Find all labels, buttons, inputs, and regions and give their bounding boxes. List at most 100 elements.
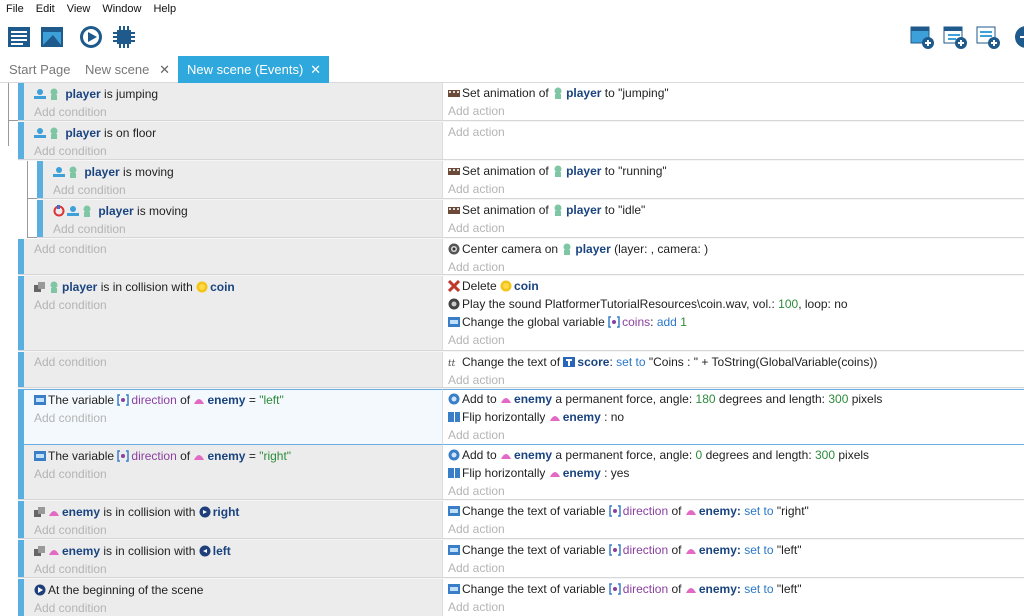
event-row[interactable]: enemy is in collision with right Add con… xyxy=(0,501,1024,540)
sub-event-row[interactable]: player is moving Add condition Set anima… xyxy=(0,200,1024,239)
action[interactable]: Change the text of variable direction of… xyxy=(448,502,809,520)
action[interactable]: Set animation of player to "jumping" xyxy=(448,84,669,102)
condition[interactable]: The variable direction of enemy = "left" xyxy=(34,391,284,409)
volume-value: 100 xyxy=(778,297,799,311)
action[interactable]: Center camera on player (layer: , camera… xyxy=(448,240,708,258)
add-event-icon[interactable] xyxy=(909,24,935,50)
add-action-link[interactable]: Add action xyxy=(448,426,505,444)
animation-icon xyxy=(448,168,460,175)
condition[interactable]: The variable direction of enemy = "right… xyxy=(34,447,291,465)
action[interactable]: tt Change the text of score: set to "Coin… xyxy=(448,353,877,371)
add-condition-link[interactable]: Add condition xyxy=(34,521,107,539)
condition[interactable]: enemy is in collision with left xyxy=(34,542,231,560)
add-condition-link[interactable]: Add condition xyxy=(34,296,107,314)
add-condition-link[interactable]: Add condition xyxy=(34,142,107,160)
event-row[interactable]: player is jumping Add condition Set anim… xyxy=(0,83,1024,122)
event-row[interactable]: At the beginning of the scene Add condit… xyxy=(0,579,1024,616)
platformer-icon xyxy=(34,128,46,138)
action-text: Center camera on xyxy=(462,242,559,256)
event-row[interactable]: The variable direction of enemy = "right… xyxy=(0,445,1024,501)
condition[interactable]: player is on floor xyxy=(34,124,156,142)
add-condition-link[interactable]: Add condition xyxy=(34,240,107,258)
close-icon[interactable]: ✕ xyxy=(310,56,321,83)
action[interactable]: Add to enemy a permanent force, angle: 1… xyxy=(448,390,882,408)
condition[interactable]: enemy is in collision with right xyxy=(34,503,239,521)
condition-text: The variable xyxy=(48,393,115,407)
object-name: player xyxy=(566,86,602,100)
add-condition-link[interactable]: Add condition xyxy=(34,560,107,578)
operator: set to xyxy=(744,543,774,557)
event-row[interactable]: Add condition Center camera on player (l… xyxy=(0,239,1024,276)
action-text: pixels xyxy=(851,392,883,406)
event-row[interactable]: player is on floor Add condition Add act… xyxy=(0,122,1024,161)
add-action-link[interactable]: Add action xyxy=(448,598,505,616)
debugger-chip-icon[interactable] xyxy=(111,24,137,50)
scene-editor-icon[interactable] xyxy=(39,24,65,50)
condition[interactable]: player is in collision with coin xyxy=(34,278,235,296)
add-condition-link[interactable]: Add condition xyxy=(34,409,107,427)
add-more-icon[interactable] xyxy=(1008,24,1024,50)
action[interactable]: Change the text of variable direction of… xyxy=(448,541,801,559)
add-condition-link[interactable]: Add condition xyxy=(53,181,126,199)
add-action-link[interactable]: Add action xyxy=(448,482,505,500)
add-condition-link[interactable]: Add condition xyxy=(34,599,107,616)
event-row[interactable]: Add condition tt Change the text of score… xyxy=(0,352,1024,389)
add-action-link[interactable]: Add action xyxy=(448,331,505,349)
menu-file[interactable]: File xyxy=(0,0,30,18)
force-icon xyxy=(448,449,460,461)
object-name: player xyxy=(98,204,134,218)
condition[interactable]: player is moving xyxy=(53,163,174,181)
menu-help[interactable]: Help xyxy=(147,0,182,18)
object-name: enemy xyxy=(514,448,553,462)
event-bar xyxy=(18,276,24,352)
variable-name: direction xyxy=(622,543,669,557)
event-row[interactable]: player is in collision with coin Add con… xyxy=(0,276,1024,352)
action[interactable]: Flip horizontally enemy : yes xyxy=(448,464,629,482)
action[interactable]: Delete coin xyxy=(448,277,539,295)
length-value: 300 xyxy=(828,392,849,406)
operator: set to xyxy=(744,582,774,596)
tab-new-scene[interactable]: New scene ✕ xyxy=(76,56,178,83)
object-name: enemy xyxy=(562,410,601,424)
action[interactable]: Change the text of variable direction of… xyxy=(448,580,801,598)
tab-scene-events[interactable]: New scene (Events) ✕ xyxy=(178,56,329,83)
action[interactable]: Change the global variable coins: add 1 xyxy=(448,313,687,331)
action[interactable]: Add to enemy a permanent force, angle: 0… xyxy=(448,446,869,464)
action[interactable]: Flip horizontally enemy : no xyxy=(448,408,624,426)
left-marker-icon xyxy=(199,545,211,557)
project-manager-icon[interactable] xyxy=(6,24,32,50)
add-subevent-icon[interactable] xyxy=(942,24,968,50)
menu-window[interactable]: Window xyxy=(96,0,147,18)
add-comment-icon[interactable] xyxy=(975,24,1001,50)
event-row-selected[interactable]: The variable direction of enemy = "left"… xyxy=(0,389,1024,445)
add-condition-link[interactable]: Add condition xyxy=(34,353,107,371)
event-row[interactable]: enemy is in collision with left Add cond… xyxy=(0,540,1024,579)
object-name: player xyxy=(62,280,98,294)
menu-edit[interactable]: Edit xyxy=(30,0,61,18)
event-bar xyxy=(18,83,24,122)
condition[interactable]: player is moving xyxy=(53,202,188,220)
action-text: Change the text of variable xyxy=(462,504,606,518)
menu-view[interactable]: View xyxy=(61,0,97,18)
collision-icon xyxy=(34,507,45,517)
close-icon[interactable]: ✕ xyxy=(159,56,170,83)
add-action-link[interactable]: Add action xyxy=(448,219,505,237)
add-condition-link[interactable]: Add condition xyxy=(34,465,107,483)
action[interactable]: Play the sound PlatformerTutorialResourc… xyxy=(448,295,848,313)
add-action-link[interactable]: Add action xyxy=(448,123,505,141)
add-action-link[interactable]: Add action xyxy=(448,180,505,198)
tab-start-page[interactable]: Start Page xyxy=(0,56,76,83)
action[interactable]: Set animation of player to "idle" xyxy=(448,201,645,219)
preview-play-icon[interactable] xyxy=(78,24,104,50)
condition[interactable]: player is jumping xyxy=(34,85,158,103)
sub-event-row[interactable]: player is moving Add condition Set anima… xyxy=(0,161,1024,200)
add-condition-link[interactable]: Add condition xyxy=(53,220,126,238)
delete-icon xyxy=(448,280,460,292)
condition[interactable]: At the beginning of the scene xyxy=(34,581,203,599)
tab-label: New scene (Events) xyxy=(187,62,304,77)
add-action-link[interactable]: Add action xyxy=(448,102,505,120)
add-action-link[interactable]: Add action xyxy=(448,559,505,577)
action[interactable]: Set animation of player to "running" xyxy=(448,162,667,180)
add-action-link[interactable]: Add action xyxy=(448,520,505,538)
add-condition-link[interactable]: Add condition xyxy=(34,103,107,121)
